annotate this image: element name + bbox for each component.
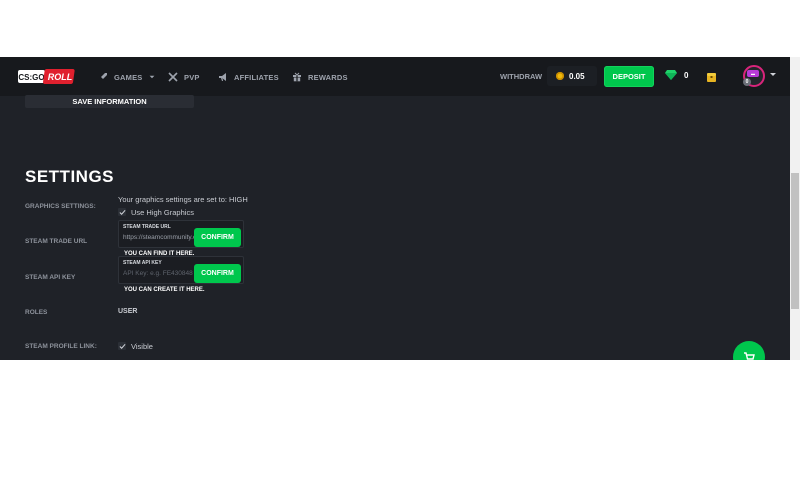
nav-rewards[interactable]: REWARDS bbox=[292, 70, 348, 84]
gems-count: 0 bbox=[684, 70, 689, 80]
nav-games-label: GAMES bbox=[114, 72, 143, 82]
trade-url-confirm-button[interactable]: CONFIRM bbox=[194, 228, 241, 247]
top-navigation-bar: CS:GO ROLL GAMES PVP AFFILIATES REWARDS … bbox=[0, 57, 790, 96]
nav-pvp[interactable]: PVP bbox=[168, 70, 200, 84]
nav-rewards-label: REWARDS bbox=[308, 72, 348, 82]
steam-trade-url-label: STEAM TRADE URL bbox=[25, 238, 88, 245]
nav-affiliates-label: AFFILIATES bbox=[234, 72, 279, 82]
coin-icon bbox=[556, 72, 564, 80]
avatar-tag: ▬ bbox=[747, 70, 759, 77]
roles-value: USER bbox=[118, 308, 138, 315]
steam-trade-url-field-label: STEAM TRADE URL bbox=[123, 224, 171, 230]
nav-pvp-label: PVP bbox=[184, 72, 200, 82]
profile-visible-checkbox[interactable] bbox=[118, 342, 126, 350]
api-key-create-link[interactable]: YOU CAN CREATE IT HERE. bbox=[124, 287, 205, 293]
roles-label: ROLES bbox=[25, 309, 48, 316]
deposit-button[interactable]: DEPOSIT bbox=[604, 66, 654, 87]
user-menu[interactable]: ▬ 0 bbox=[739, 63, 779, 89]
high-graphics-checkbox[interactable] bbox=[118, 208, 126, 216]
chevron-down-icon bbox=[770, 73, 776, 76]
scrollbar-thumb[interactable] bbox=[791, 173, 799, 309]
gift-icon bbox=[293, 72, 301, 82]
graphics-settings-label: GRAPHICS SETTINGS: bbox=[25, 203, 96, 210]
nav-affiliates[interactable]: AFFILIATES bbox=[218, 70, 279, 84]
steam-api-key-input[interactable] bbox=[123, 270, 195, 277]
steam-profile-link-label: STEAM PROFILE LINK: bbox=[25, 343, 97, 350]
api-key-confirm-button[interactable]: CONFIRM bbox=[194, 264, 241, 283]
checkmark-icon bbox=[119, 209, 126, 215]
graphics-status-text: Your graphics settings are set to: HIGH bbox=[118, 195, 248, 204]
shopping-cart-icon bbox=[744, 352, 755, 360]
withdraw-link[interactable]: WITHDRAW bbox=[500, 72, 542, 81]
balance-display: 0.05 bbox=[547, 66, 597, 86]
checkmark-icon bbox=[119, 343, 126, 349]
gem-icon bbox=[665, 70, 677, 80]
save-information-button[interactable]: SAVE INFORMATION bbox=[25, 95, 194, 108]
page-scrollbar[interactable] bbox=[790, 57, 800, 360]
avatar-level-badge: 0 bbox=[743, 78, 751, 86]
steam-trade-url-input[interactable] bbox=[123, 234, 195, 241]
crossed-swords-icon bbox=[168, 72, 178, 82]
steam-api-key-label: STEAM API KEY bbox=[25, 274, 76, 281]
cart-button[interactable] bbox=[733, 341, 765, 360]
site-logo[interactable]: CS:GO ROLL bbox=[18, 68, 76, 86]
megaphone-icon bbox=[219, 73, 226, 81]
steam-api-key-field-label: STEAM API KEY bbox=[123, 260, 162, 266]
high-graphics-checkbox-label[interactable]: Use High Graphics bbox=[131, 208, 194, 217]
svg-text:CS:GO: CS:GO bbox=[18, 73, 44, 82]
nav-games[interactable]: GAMES bbox=[98, 70, 155, 84]
page-title: SETTINGS bbox=[25, 167, 115, 186]
svg-text:ROLL: ROLL bbox=[48, 72, 73, 82]
balance-amount: 0.05 bbox=[569, 71, 585, 81]
gems-display[interactable]: 0 bbox=[665, 70, 688, 80]
app-window: CS:GO ROLL GAMES PVP AFFILIATES REWARDS … bbox=[0, 57, 790, 360]
treasure-chest-icon[interactable] bbox=[706, 70, 717, 82]
chevron-down-icon bbox=[149, 75, 154, 79]
profile-visible-checkbox-label[interactable]: Visible bbox=[131, 342, 153, 351]
rocket-icon bbox=[100, 73, 107, 80]
